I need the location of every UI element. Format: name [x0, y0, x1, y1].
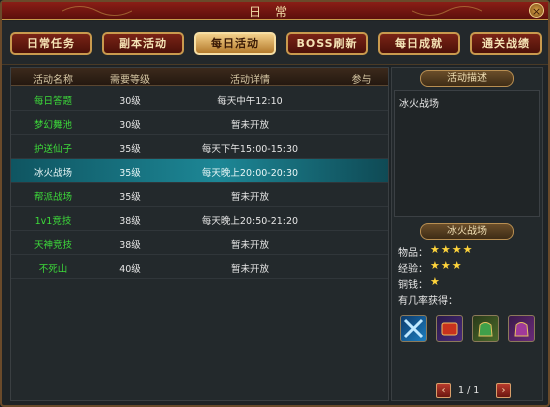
- activity-name: 每日答题: [33, 96, 72, 107]
- header-detail: 活动详情: [230, 75, 270, 86]
- tab-daily-quests[interactable]: 日常任务: [10, 32, 92, 55]
- activity-detail: 暂未开放: [230, 120, 269, 131]
- activity-level: 35级: [119, 144, 141, 155]
- activity-level: 38级: [119, 216, 141, 227]
- activity-detail: 每天下午15:00-15:30: [201, 144, 299, 155]
- right-ornament-icon: [412, 6, 482, 16]
- title-bar[interactable]: 日常 ×: [2, 2, 548, 20]
- table-header: 活动名称 需要等级 活动详情 参与: [11, 68, 388, 86]
- table-row[interactable]: 每日答题 30级 每天中午12:10: [11, 87, 388, 111]
- activity-level: 35级: [119, 192, 141, 203]
- tab-daily-events[interactable]: 每日活动: [194, 32, 276, 55]
- tab-daily-achievements[interactable]: 每日成就: [378, 32, 460, 55]
- activity-name: 不死山: [38, 264, 68, 275]
- table-row[interactable]: 护送仙子 35级 每天下午15:00-15:30: [11, 135, 388, 159]
- stat-items-stars: ★★★★: [430, 243, 474, 256]
- desc-box: 冰火战场: [394, 90, 540, 217]
- reward-purple-pouch-icon[interactable]: [508, 315, 535, 342]
- activity-detail: 每天晚上20:50-21:20: [201, 216, 299, 227]
- prev-page-button[interactable]: ‹: [436, 383, 451, 398]
- header-join: 参与: [351, 75, 372, 86]
- tab-dungeon-events[interactable]: 副本活动: [102, 32, 184, 55]
- header-level: 需要等级: [110, 75, 150, 86]
- activity-name: 1v1竞技: [34, 216, 72, 227]
- reward-red-tome-icon[interactable]: [436, 315, 463, 342]
- stat-exp-label: 经验：: [398, 264, 428, 275]
- activity-detail: 每天中午12:10: [217, 96, 283, 107]
- tab-clear-records[interactable]: 通关战绩: [470, 32, 542, 55]
- tab-bar: 日常任务 副本活动 每日活动 BOSS刷新 每日成就 通关战绩: [2, 21, 548, 65]
- activity-level: 30级: [119, 120, 141, 131]
- activity-level: 38级: [119, 240, 141, 251]
- activity-name: 天神竞技: [33, 240, 72, 251]
- stat-items-label: 物品：: [398, 248, 428, 259]
- activity-level: 35级: [119, 168, 141, 179]
- activity-detail: 暂未开放: [230, 240, 269, 251]
- activity-table: 活动名称 需要等级 活动详情 参与 每日答题 30级 每天中午12:10 梦幻舞…: [10, 67, 389, 401]
- rewards-label: 有几率获得：: [398, 296, 458, 307]
- stat-exp-stars: ★★★: [430, 259, 463, 272]
- table-row[interactable]: 帮派战场 35级 暂未开放: [11, 183, 388, 207]
- table-row-selected[interactable]: 冰火战场 35级 每天晚上20:00-20:30: [11, 159, 388, 183]
- activity-name: 冰火战场: [33, 168, 72, 179]
- reward-green-pouch-icon[interactable]: [472, 315, 499, 342]
- table-row[interactable]: 不死山 40级 暂未开放: [11, 255, 388, 279]
- reward-crossed-blades-icon[interactable]: [400, 315, 427, 342]
- header-name: 活动名称: [33, 75, 73, 86]
- desc-text: 冰火战场: [399, 99, 439, 110]
- next-page-button[interactable]: ›: [496, 383, 511, 398]
- activity-name: 帮派战场: [33, 192, 72, 203]
- activity-detail: 暂未开放: [230, 192, 269, 203]
- activity-detail: 每天晚上20:00-20:30: [201, 168, 299, 179]
- table-row[interactable]: 梦幻舞池 30级 暂未开放: [11, 111, 388, 135]
- activity-level: 30级: [119, 96, 141, 107]
- stat-coins-stars: ★: [430, 275, 441, 288]
- activity-level: 40级: [119, 264, 141, 275]
- table-row[interactable]: 天神竞技 38级 暂未开放: [11, 231, 388, 255]
- close-button[interactable]: ×: [529, 3, 544, 18]
- tab-boss-refresh[interactable]: BOSS刷新: [286, 32, 368, 55]
- activity-name: 护送仙子: [33, 144, 72, 155]
- detail-header: 冰火战场: [420, 223, 514, 240]
- activity-name: 梦幻舞池: [33, 120, 72, 131]
- page-indicator: 1 / 1: [458, 385, 480, 396]
- table-row[interactable]: 1v1竞技 38级 每天晚上20:50-21:20: [11, 207, 388, 231]
- desc-header: 活动描述: [420, 70, 514, 87]
- activity-detail: 暂未开放: [230, 264, 269, 275]
- detail-panel: 活动描述 冰火战场 冰火战场 物品： ★★★★ 经验： ★★★ 铜钱： ★ 有几…: [391, 67, 543, 401]
- stat-coins-label: 铜钱：: [398, 280, 428, 291]
- daily-window: 日常 × 日常任务 副本活动 每日活动 BOSS刷新 每日成就 通关战绩 活动名…: [0, 0, 550, 407]
